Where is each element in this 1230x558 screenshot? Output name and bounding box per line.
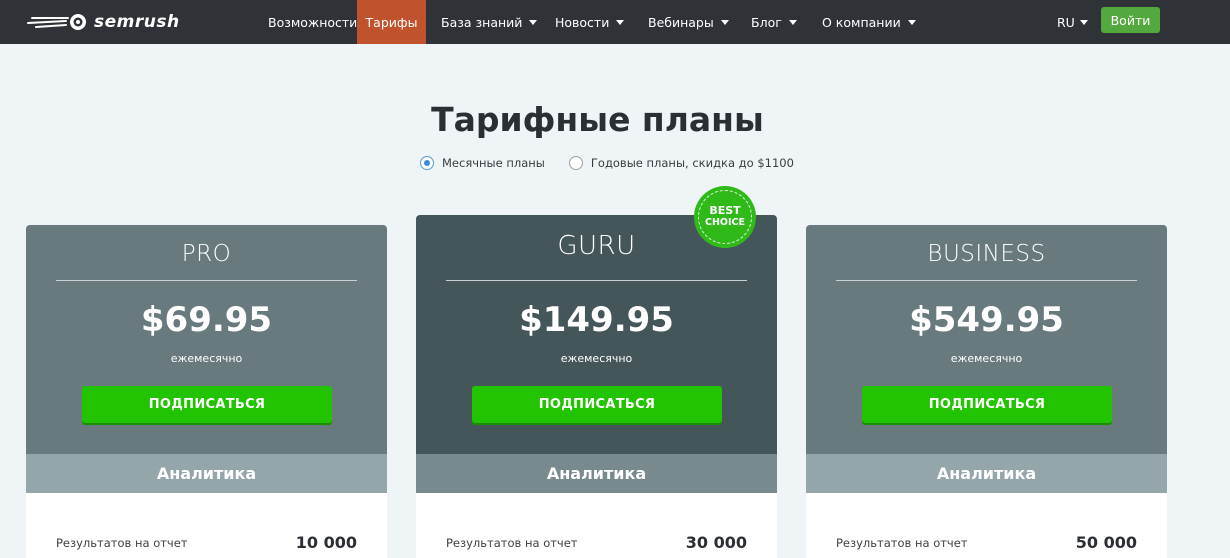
brand-logo[interactable]: semrush [26,10,180,34]
subscribe-button[interactable]: ПОДПИСАТЬСЯ [82,386,332,423]
login-button[interactable]: Войти [1101,7,1160,33]
divider [56,280,357,281]
feature-label: Результатов на отчет [446,536,578,550]
plan-features: Результатов на отчет 50 000 [806,493,1167,558]
chevron-down-icon [529,19,538,25]
chevron-down-icon [720,19,729,25]
plan-period: ежемесячно [170,352,243,365]
nav-item-pricing[interactable]: Тарифы [357,0,426,44]
nav-item-knowledge-base[interactable]: База знаний [429,0,549,44]
badge-line-1: BEST [709,204,741,217]
best-choice-badge: BEST CHOICE [694,186,756,248]
plan-card-header: GURU $149.95 ежемесячно ПОДПИСАТЬСЯ [416,215,777,454]
badge-line-2: CHOICE [705,217,745,228]
feature-label: Результатов на отчет [836,536,968,550]
plan-price: $69.95 [140,300,273,340]
nav-item-news[interactable]: Новости [543,0,636,44]
radio-annual-label[interactable]: Годовые планы, скидка до $1100 [591,156,794,170]
brand-name: semrush [94,12,180,32]
subscribe-button[interactable]: ПОДПИСАТЬСЯ [472,386,722,423]
plan-card-header: PRO $69.95 ежемесячно ПОДПИСАТЬСЯ [26,225,387,454]
plan-name: PRO [181,241,232,267]
plan-price: $549.95 [909,300,1064,340]
nav-item-features[interactable]: Возможности [256,0,369,44]
page-title: Тарифные планы [431,100,764,139]
radio-monthly-label[interactable]: Месячные планы [442,156,545,170]
fireball-icon [27,14,86,30]
section-header: Аналитика [806,454,1167,493]
plan-period: ежемесячно [560,352,633,365]
plan-period: ежемесячно [950,352,1023,365]
section-header: Аналитика [416,454,777,493]
plan-price: $149.95 [519,300,674,340]
section-header: Аналитика [26,454,387,493]
plan-features: Результатов на отчет 10 000 [26,493,387,558]
nav-item-webinars[interactable]: Вебинары [636,0,741,44]
feature-value: 50 000 [1075,533,1137,552]
feature-value: 10 000 [295,533,357,552]
chevron-down-icon [616,19,625,25]
language-selector[interactable]: RU [1045,0,1100,44]
feature-label: Результатов на отчет [56,536,188,550]
plan-features: Результатов на отчет 30 000 [416,493,777,558]
nav-item-blog[interactable]: Блог [739,0,809,44]
plan-name: BUSINESS [927,241,1046,267]
chevron-down-icon [1079,19,1088,25]
top-navbar: semrush Возможности Тарифы База знаний Н… [0,0,1230,44]
plan-card-header: BUSINESS $549.95 ежемесячно ПОДПИСАТЬСЯ [806,225,1167,454]
radio-monthly[interactable] [420,156,434,170]
nav-item-about[interactable]: О компании [810,0,928,44]
chevron-down-icon [788,19,797,25]
chevron-down-icon [907,19,916,25]
plan-card-pro: PRO $69.95 ежемесячно ПОДПИСАТЬСЯ Аналит… [26,225,387,558]
divider [446,280,747,281]
plan-card-business: BUSINESS $549.95 ежемесячно ПОДПИСАТЬСЯ … [806,225,1167,558]
plan-card-guru: GURU $149.95 ежемесячно ПОДПИСАТЬСЯ Анал… [416,215,777,558]
billing-toggle: Месячные планы Годовые планы, скидка до … [420,154,818,172]
divider [836,280,1137,281]
subscribe-button[interactable]: ПОДПИСАТЬСЯ [862,386,1112,423]
feature-value: 30 000 [685,533,747,552]
radio-annual[interactable] [568,156,583,170]
